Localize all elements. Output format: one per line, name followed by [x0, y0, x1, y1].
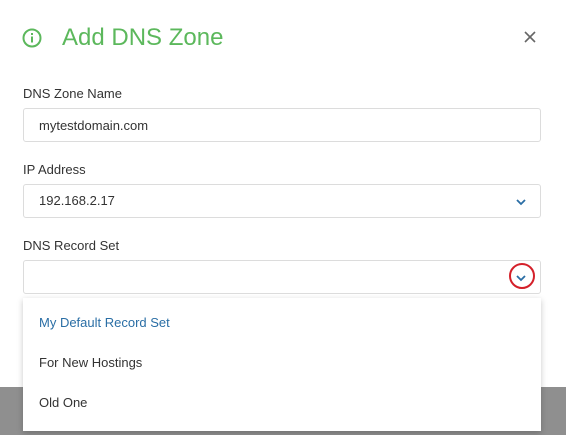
chevron-down-icon[interactable] [515, 198, 527, 206]
dropdown-option[interactable]: Old One [23, 383, 541, 423]
zone-name-field [23, 108, 541, 142]
info-icon [22, 28, 42, 48]
dialog-title: Add DNS Zone [62, 24, 224, 51]
zone-name-input[interactable] [24, 109, 519, 141]
record-set-dropdown: My Default Record Set For New Hostings O… [23, 298, 541, 431]
chevron-down-icon[interactable] [515, 274, 527, 282]
ip-address-label: IP Address [23, 162, 86, 177]
record-set-select[interactable] [23, 260, 541, 294]
ip-address-value: 192.168.2.17 [39, 193, 115, 208]
dropdown-option[interactable]: My Default Record Set [23, 303, 541, 343]
record-set-label: DNS Record Set [23, 238, 120, 253]
ip-address-select[interactable]: 192.168.2.17 [23, 184, 541, 218]
dropdown-option[interactable]: For New Hostings [23, 343, 541, 383]
close-icon[interactable] [521, 28, 539, 46]
zone-name-label: DNS Zone Name [23, 86, 122, 101]
